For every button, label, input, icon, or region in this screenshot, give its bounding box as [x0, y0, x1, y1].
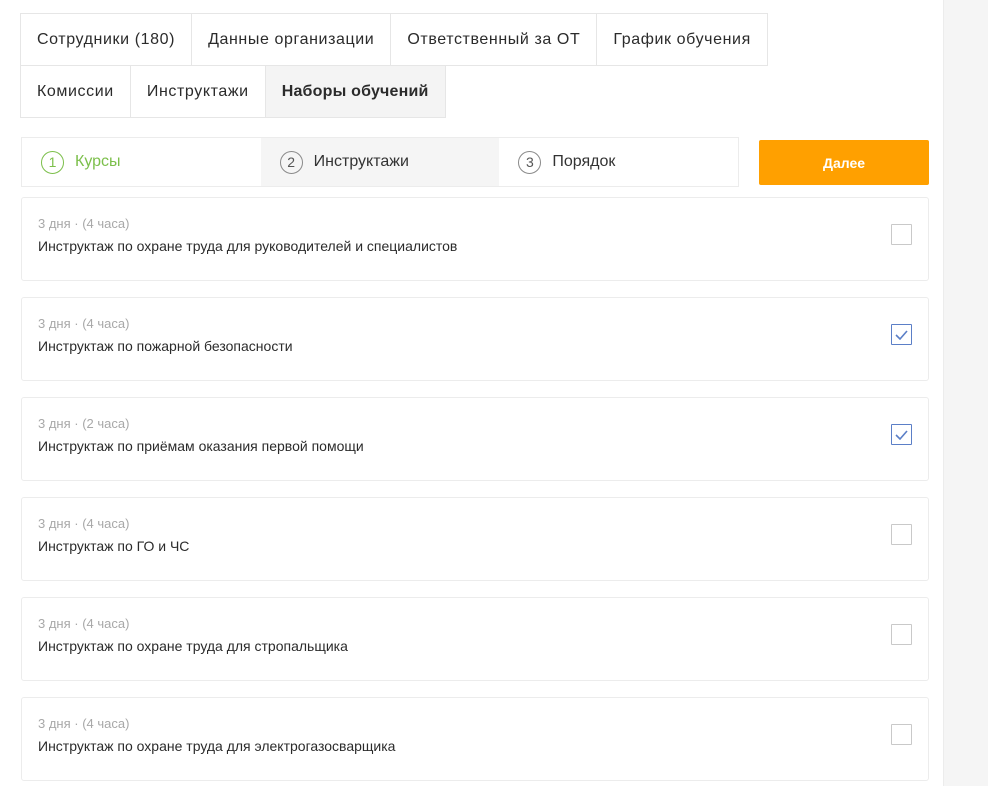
item-title: Инструктаж по приёмам оказания первой по…: [38, 438, 364, 454]
item-checkbox[interactable]: [891, 724, 912, 745]
tabs-row-2: Комиссии Инструктажи Наборы обучений: [20, 65, 446, 118]
tab-training-schedule[interactable]: График обучения: [596, 13, 768, 66]
step-courses[interactable]: 1 Курсы: [22, 138, 261, 186]
step-label: Курсы: [75, 153, 121, 170]
item-checkbox[interactable]: [891, 424, 912, 445]
item-title: Инструктаж по охране труда для электрога…: [38, 738, 396, 754]
list-item: 3 дня · (4 часа) Инструктаж по пожарной …: [21, 297, 929, 381]
wizard-stepper: 1 Курсы 2 Инструктажи 3 Порядок: [21, 137, 739, 187]
tab-responsible-ot[interactable]: Ответственный за ОТ: [390, 13, 598, 66]
tab-training-sets[interactable]: Наборы обучений: [264, 65, 446, 118]
checkmark-icon: [895, 429, 908, 440]
list-item: 3 дня · (4 часа) Инструктаж по охране тр…: [21, 597, 929, 681]
tab-commissions[interactable]: Комиссии: [20, 65, 131, 118]
main-panel: Сотрудники (180) Данные организации Отве…: [0, 0, 944, 786]
item-duration: 3 дня · (4 часа): [38, 216, 130, 231]
item-title: Инструктаж по охране труда для стропальщ…: [38, 638, 348, 654]
item-checkbox[interactable]: [891, 324, 912, 345]
step-order[interactable]: 3 Порядок: [499, 138, 738, 186]
item-title: Инструктаж по пожарной безопасности: [38, 338, 293, 354]
step-number: 1: [41, 150, 64, 174]
step-briefings[interactable]: 2 Инструктажи: [260, 138, 500, 186]
tab-employees[interactable]: Сотрудники (180): [20, 13, 193, 66]
step-label: Инструктажи: [313, 153, 409, 170]
item-checkbox[interactable]: [891, 624, 912, 645]
checkmark-icon: [895, 329, 908, 340]
item-duration: 3 дня · (4 часа): [38, 616, 130, 631]
item-title: Инструктаж по ГО и ЧС: [38, 538, 190, 554]
item-duration: 3 дня · (4 часа): [38, 716, 130, 731]
item-checkbox[interactable]: [891, 524, 912, 545]
item-duration: 3 дня · (4 часа): [38, 316, 130, 331]
list-item: 3 дня · (4 часа) Инструктаж по ГО и ЧС: [21, 497, 929, 581]
item-checkbox[interactable]: [891, 224, 912, 245]
item-title: Инструктаж по охране труда для руководит…: [38, 238, 458, 254]
tab-organization-data[interactable]: Данные организации: [191, 13, 392, 66]
tab-briefings[interactable]: Инструктажи: [129, 65, 266, 118]
step-number: 3: [518, 150, 542, 174]
next-button[interactable]: Далее: [759, 140, 929, 185]
step-label: Порядок: [552, 153, 616, 170]
list-item: 3 дня · (4 часа) Инструктаж по охране тр…: [21, 197, 929, 281]
step-number: 2: [279, 150, 303, 174]
tabs-row-1: Сотрудники (180) Данные организации Отве…: [20, 13, 768, 66]
item-duration: 3 дня · (2 часа): [38, 416, 130, 431]
item-duration: 3 дня · (4 часа): [38, 516, 130, 531]
list-item: 3 дня · (4 часа) Инструктаж по охране тр…: [21, 697, 929, 781]
list-item: 3 дня · (2 часа) Инструктаж по приёмам о…: [21, 397, 929, 481]
